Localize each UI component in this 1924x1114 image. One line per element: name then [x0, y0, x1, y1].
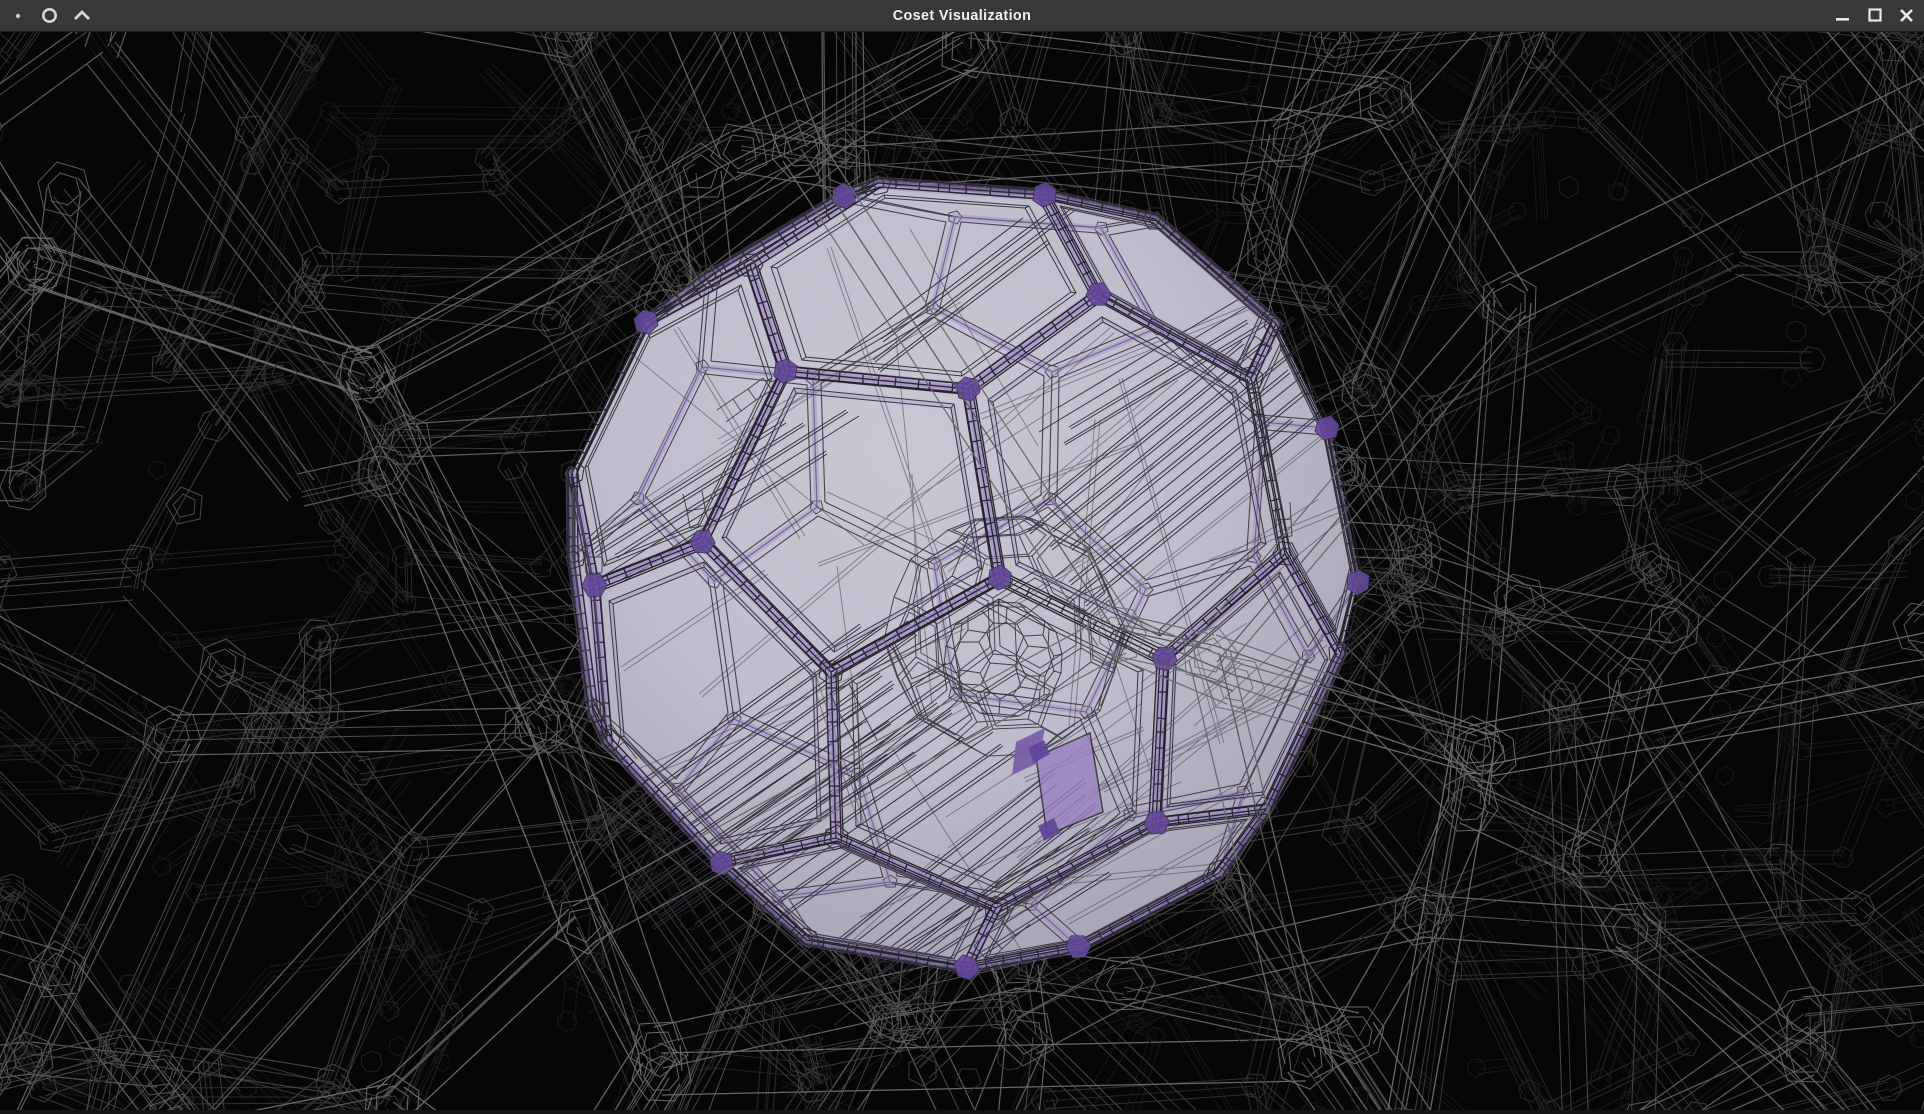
svg-text:Coset Visualization: Coset Visualization [893, 8, 1031, 24]
